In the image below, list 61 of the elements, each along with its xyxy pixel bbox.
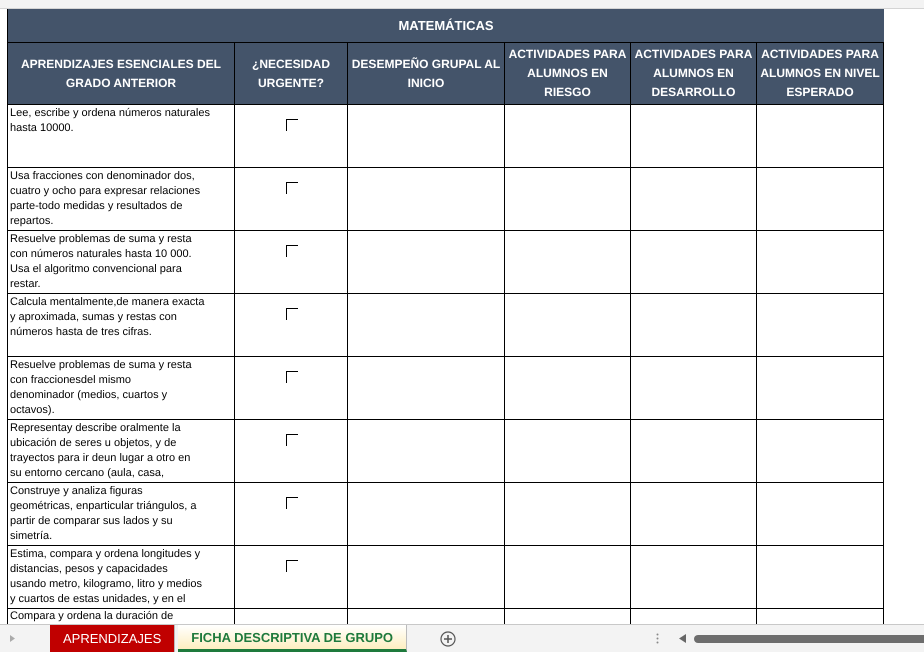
empty-cell[interactable] bbox=[631, 105, 757, 168]
empty-cell[interactable] bbox=[757, 420, 884, 483]
more-options-icon[interactable] bbox=[656, 633, 659, 644]
empty-cell[interactable] bbox=[631, 357, 757, 420]
checkbox[interactable] bbox=[286, 371, 298, 383]
checkbox[interactable] bbox=[286, 245, 298, 257]
checkbox[interactable] bbox=[286, 434, 298, 446]
empty-cell[interactable] bbox=[757, 483, 884, 546]
learning-text: Lee, escribe y ordena números naturales hasta 10000. bbox=[9, 106, 211, 136]
empty-cell[interactable] bbox=[757, 105, 884, 168]
learning-text: Resuelve problemas de suma y resta con números naturales hasta 10 000. Usa el algoritmo convencional para restar. bbox=[9, 232, 193, 292]
empty-cell[interactable] bbox=[505, 294, 631, 357]
column-header: ¿NECESIDAD URGENTE? bbox=[235, 43, 348, 105]
horizontal-scrollbar[interactable] bbox=[694, 634, 924, 642]
empty-cell[interactable] bbox=[757, 546, 884, 609]
learning-text: Compara y ordena la duración de bbox=[9, 609, 174, 624]
empty-cell[interactable] bbox=[348, 168, 505, 231]
sheet-tab[interactable]: FICHA DESCRIPTIVA DE GRUPO bbox=[178, 625, 408, 652]
column-header: DESEMPEÑO GRUPAL AL INICIO bbox=[348, 43, 505, 105]
empty-cell[interactable] bbox=[348, 294, 505, 357]
checkbox[interactable] bbox=[286, 119, 298, 131]
empty-cell[interactable] bbox=[757, 168, 884, 231]
empty-cell[interactable] bbox=[348, 105, 505, 168]
checkbox[interactable] bbox=[286, 308, 298, 320]
empty-cell[interactable] bbox=[348, 231, 505, 294]
checkbox[interactable] bbox=[286, 182, 298, 194]
column-header: ACTIVIDADES PARA ALUMNOS EN RIESGO bbox=[505, 43, 631, 105]
sheet-title: MATEMÁTICAS bbox=[8, 9, 884, 43]
empty-cell[interactable] bbox=[757, 357, 884, 420]
sheet-tab[interactable]: APRENDIZAJES bbox=[50, 625, 176, 652]
empty-cell[interactable] bbox=[505, 357, 631, 420]
empty-cell[interactable] bbox=[757, 294, 884, 357]
learning-text: Calcula mentalmente,de manera exacta y aproximada, sumas y restas con números hasta de tres cifras. bbox=[9, 295, 206, 340]
column-header: ACTIVIDADES PARA ALUMNOS EN DESARROLLO bbox=[631, 43, 757, 105]
empty-cell[interactable] bbox=[505, 168, 631, 231]
learning-text: Usa fracciones con denominador dos, cuatro y ocho para expresar relaciones parte-todo medidas y resultados de repartos. bbox=[9, 169, 202, 229]
checkbox[interactable] bbox=[286, 560, 298, 572]
checkbox[interactable] bbox=[286, 497, 298, 509]
learning-text: Construye y analiza figuras geométricas, enparticular triángulos, a partir de comparar sus lados y su simetría. bbox=[9, 484, 198, 544]
empty-cell[interactable] bbox=[505, 483, 631, 546]
empty-cell[interactable] bbox=[348, 357, 505, 420]
empty-cell[interactable] bbox=[348, 420, 505, 483]
empty-cell[interactable] bbox=[631, 483, 757, 546]
empty-cell[interactable] bbox=[505, 546, 631, 609]
empty-cell[interactable] bbox=[348, 483, 505, 546]
empty-cell[interactable] bbox=[631, 294, 757, 357]
empty-cell[interactable] bbox=[757, 231, 884, 294]
scroll-left-icon[interactable] bbox=[679, 634, 686, 643]
empty-cell[interactable] bbox=[631, 168, 757, 231]
empty-cell[interactable] bbox=[631, 546, 757, 609]
empty-cell[interactable] bbox=[505, 105, 631, 168]
learning-text: Resuelve problemas de suma y resta con fraccionesdel mismo denominador (medios, cuartos y octavos). bbox=[9, 358, 193, 418]
learning-text: Estima, compara y ordena longitudes y distancias, pesos y capacidades usando metro, kilogramo, litro y medios y cuartos de estas unidades, y en el bbox=[9, 547, 203, 607]
empty-cell[interactable] bbox=[631, 420, 757, 483]
empty-cell[interactable] bbox=[348, 546, 505, 609]
empty-cell[interactable] bbox=[505, 420, 631, 483]
column-header: ACTIVIDADES PARA ALUMNOS EN NIVEL ESPERADO bbox=[757, 43, 884, 105]
learning-text: Representay describe oralmente la ubicación de seres u objetos, y de trayectos para ir deun lugar a otro en su entorno cercano (aula, casa, bbox=[9, 421, 192, 481]
empty-cell[interactable] bbox=[631, 231, 757, 294]
column-header: APRENDIZAJES ESENCIALES DEL GRADO ANTERIOR bbox=[8, 43, 235, 105]
empty-cell[interactable] bbox=[505, 231, 631, 294]
